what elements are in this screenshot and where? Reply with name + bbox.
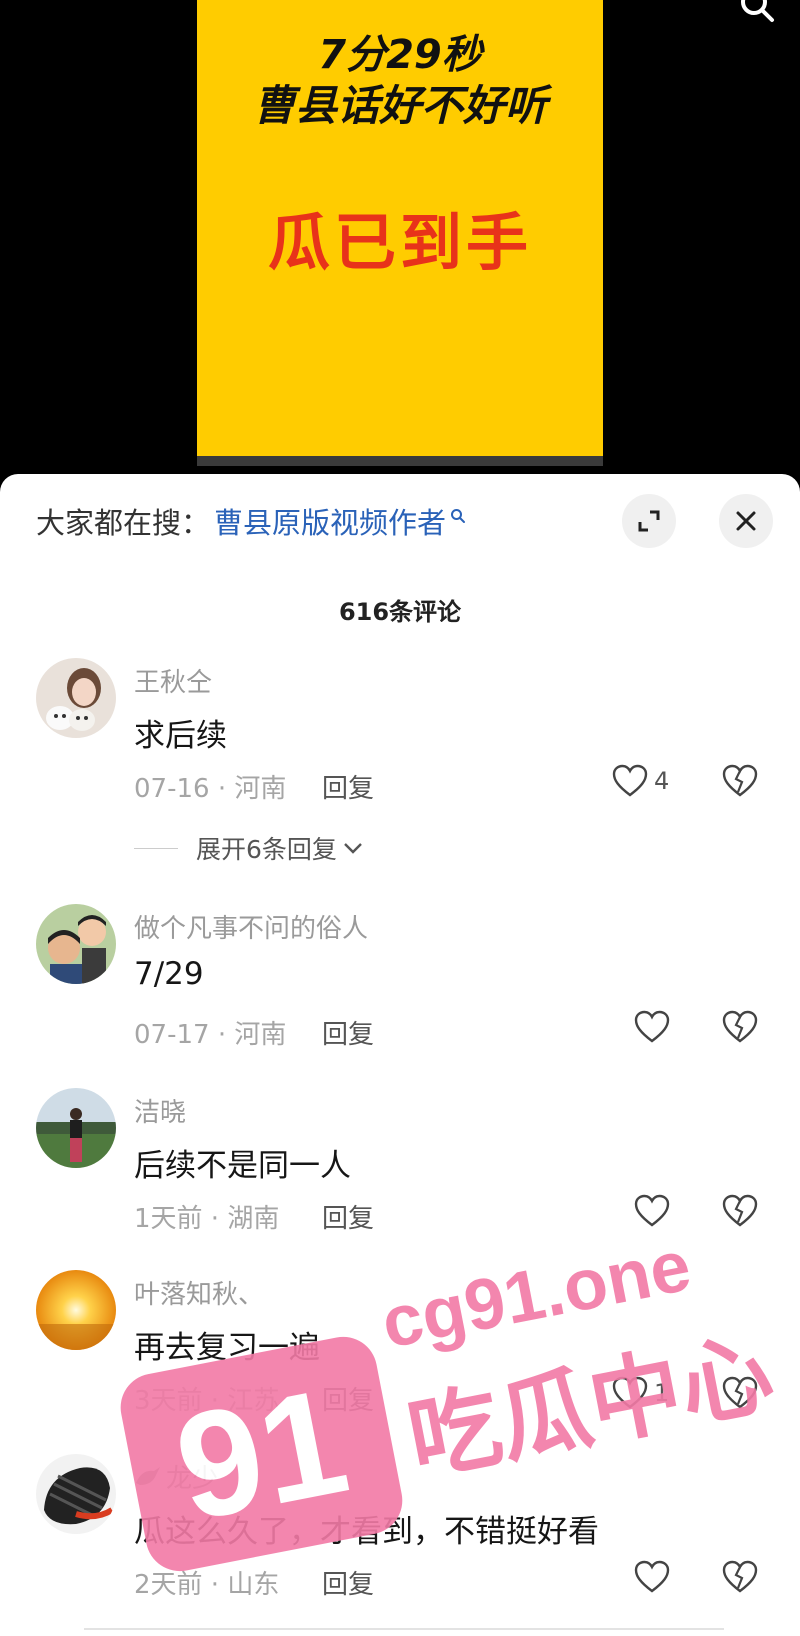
- comment-meta: 07-17 · 河南: [134, 1020, 287, 1050]
- comment-meta: 1天前 · 湖南: [134, 1204, 280, 1234]
- heart-icon: [634, 1194, 670, 1227]
- comment-sheet: 大家都在搜： 曹县原版视频作者 616条评论 王秋仝 求后续 07-16 · 河…: [0, 474, 800, 1636]
- comment-item: 叶落知秋、 再去复习一遍 3天前 · 江苏 回复 1: [0, 1270, 800, 1430]
- reply-button[interactable]: 回复: [322, 1198, 374, 1235]
- broken-heart-icon: [722, 1194, 758, 1227]
- comment-text: 求后续: [134, 718, 227, 754]
- like-count: 4: [654, 767, 670, 795]
- comment-item: 王秋仝 求后续 07-16 · 河南 回复 4 展开6条回复: [0, 658, 800, 864]
- avatar[interactable]: [36, 1088, 116, 1168]
- comment-username[interactable]: 龙少: [134, 1458, 218, 1495]
- video-frame[interactable]: 7分29秒 曹县话好不好听 瓜已到手: [197, 0, 603, 466]
- avatar[interactable]: [36, 904, 116, 984]
- avatar[interactable]: [36, 658, 116, 738]
- reply-button[interactable]: 回复: [322, 1380, 374, 1417]
- video-title-line3: 瓜已到手: [267, 206, 532, 279]
- broken-heart-icon: [722, 764, 758, 797]
- heart-icon: [612, 764, 648, 797]
- comment-meta: 3天前 · 江苏: [134, 1386, 280, 1416]
- comment-meta: 07-16 · 河南: [134, 774, 287, 804]
- broken-heart-icon: [722, 1010, 758, 1043]
- comment-item: 龙少 瓜这么久了，才看到，不错挺好看 2天前 · 山东 回复: [0, 1454, 800, 1614]
- reply-button[interactable]: 回复: [322, 1014, 374, 1051]
- reply-button[interactable]: 回复: [322, 1564, 374, 1601]
- comment-username[interactable]: 叶落知秋、: [134, 1274, 264, 1311]
- like-button[interactable]: [634, 1560, 670, 1594]
- heart-icon: [612, 1376, 648, 1409]
- comment-text: 后续不是同一人: [134, 1148, 351, 1184]
- video-player[interactable]: 7分29秒 曹县话好不好听 瓜已到手: [0, 0, 800, 480]
- comment-text: 再去复习一遍: [134, 1330, 320, 1366]
- dislike-button[interactable]: [722, 1010, 758, 1048]
- avatar[interactable]: [36, 1454, 116, 1534]
- comment-username[interactable]: 做个凡事不问的俗人: [134, 908, 368, 945]
- dislike-button[interactable]: [722, 1376, 758, 1414]
- expand-icon: [638, 510, 660, 532]
- comment-text: 7/29: [134, 956, 204, 992]
- broken-heart-icon: [722, 1376, 758, 1409]
- heart-icon: [634, 1560, 670, 1593]
- comment-username-text: 龙少: [166, 1464, 219, 1494]
- trending-search-prefix: 大家都在搜：: [36, 506, 211, 540]
- like-button[interactable]: 1: [612, 1376, 669, 1410]
- dragon-icon: [136, 1466, 160, 1485]
- trending-search-row[interactable]: 大家都在搜： 曹县原版视频作者: [36, 498, 466, 544]
- video-title-line2: 曹县话好不好听: [252, 81, 547, 130]
- expand-replies-button[interactable]: 展开6条回复: [134, 830, 365, 866]
- avatar[interactable]: [36, 1270, 116, 1350]
- close-button[interactable]: [719, 494, 773, 548]
- comment-username[interactable]: 王秋仝: [134, 662, 212, 699]
- expand-replies-text: 展开6条回复: [196, 835, 337, 864]
- expand-button[interactable]: [622, 494, 676, 548]
- video-progress-strip: [197, 456, 603, 466]
- comment-item: 洁晓 后续不是同一人 1天前 · 湖南 回复: [0, 1088, 800, 1248]
- comment-text: 瓜这么久了，才看到，不错挺好看: [134, 1514, 599, 1550]
- heart-icon: [634, 1010, 670, 1043]
- chevron-down-icon: [344, 843, 362, 854]
- trending-search-link[interactable]: 曹县原版视频作者: [214, 500, 446, 542]
- expand-divider: [134, 847, 178, 849]
- search-icon[interactable]: [738, 0, 778, 26]
- broken-heart-icon: [722, 1560, 758, 1593]
- like-button[interactable]: [634, 1010, 670, 1044]
- like-button[interactable]: 4: [612, 764, 669, 798]
- dislike-button[interactable]: [722, 764, 758, 802]
- comment-meta: 2天前 · 山东: [134, 1570, 280, 1600]
- dislike-button[interactable]: [722, 1560, 758, 1598]
- comment-username[interactable]: 洁晓: [134, 1092, 186, 1129]
- search-icon: [451, 509, 466, 523]
- close-icon: [736, 511, 756, 531]
- bottom-input-edge: [84, 1628, 724, 1636]
- comment-count: 616条评论: [338, 598, 462, 626]
- dislike-button[interactable]: [722, 1194, 758, 1232]
- comment-item: 做个凡事不问的俗人 7/29 07-17 · 河南 回复: [0, 904, 800, 1064]
- like-button[interactable]: [634, 1194, 670, 1228]
- reply-button[interactable]: 回复: [322, 768, 374, 805]
- like-count: 1: [654, 1379, 670, 1407]
